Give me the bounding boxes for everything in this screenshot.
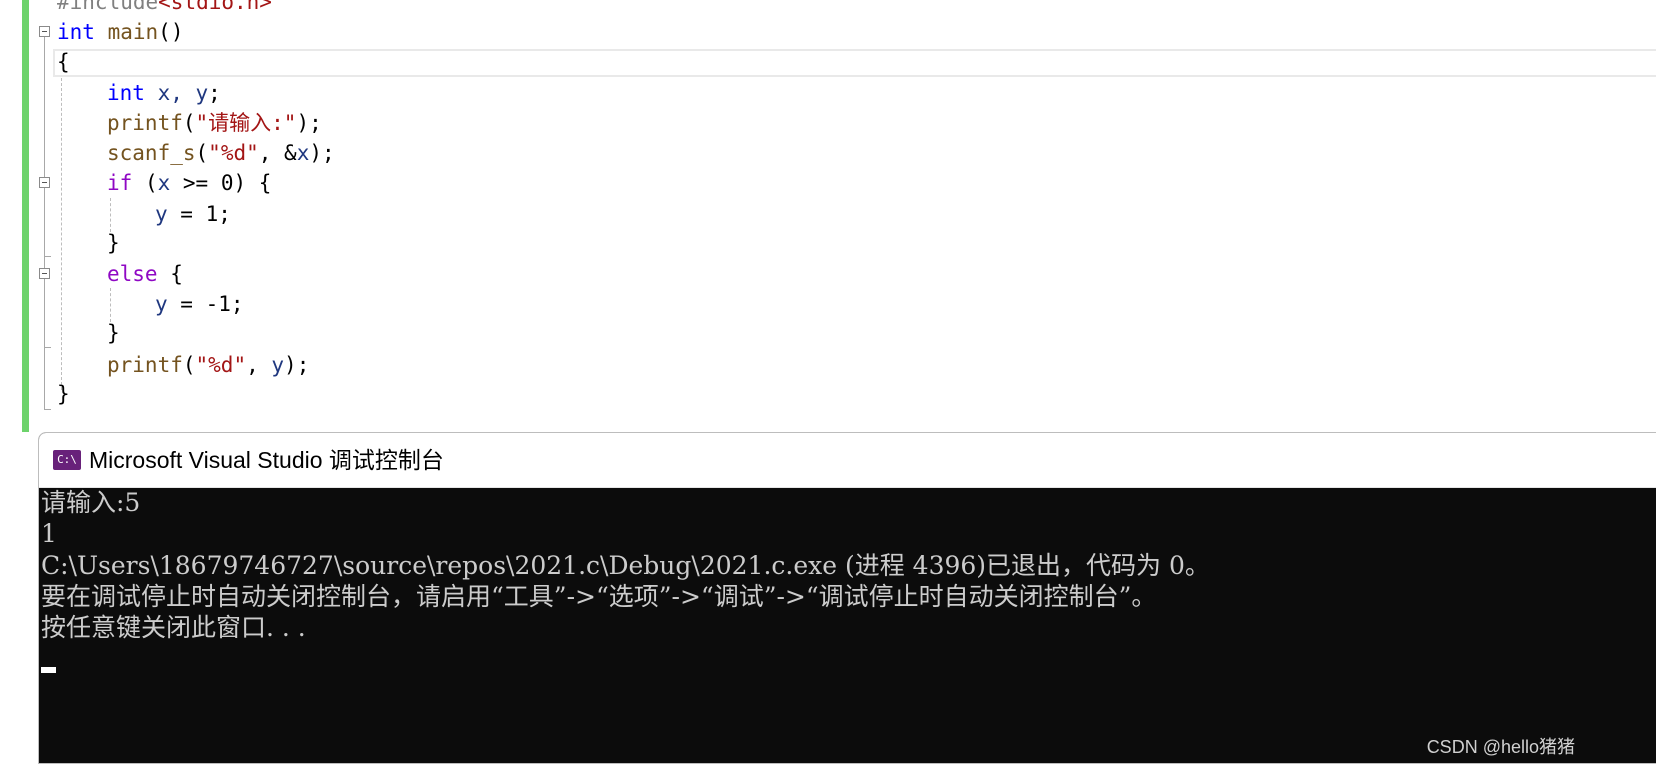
paren-close: ); (284, 353, 310, 377)
text-cursor (41, 667, 56, 673)
preprocessor-directive: #include (57, 0, 159, 14)
code-editor[interactable]: #include<stdio.h> int main() { int x, y;… (0, 0, 1656, 440)
variable: x (296, 141, 310, 165)
paren: ( (132, 171, 158, 195)
console-line-press-key: 按任意键关闭此窗口. . . (41, 613, 306, 642)
code-line-if[interactable]: if (x >= 0) { (107, 169, 271, 197)
function-call: printf (107, 353, 183, 377)
function-call: printf (107, 111, 183, 135)
watermark: CSDN @hello猪猪 (1426, 737, 1575, 757)
code-line-close-main[interactable]: } (57, 380, 70, 408)
argument-sep: , (246, 353, 272, 377)
variable: y (271, 353, 285, 377)
code-line-include[interactable]: #include<stdio.h> (57, 0, 272, 16)
console-app-icon: C:\ (53, 450, 81, 470)
collapse-else-icon[interactable] (39, 268, 50, 279)
indent-guide (110, 288, 111, 322)
debug-console-window[interactable]: C:\ Microsoft Visual Studio 调试控制台 请输入:5 … (38, 432, 1656, 764)
variables: x, y (157, 81, 209, 105)
code-line-assign-1[interactable]: y = 1; (155, 200, 231, 228)
outline-line (44, 37, 45, 410)
console-titlebar[interactable]: C:\ Microsoft Visual Studio 调试控制台 (39, 433, 1656, 488)
paren: ( (195, 141, 209, 165)
code-line-close-else[interactable]: } (107, 319, 120, 347)
open-brace: { (57, 50, 70, 74)
condition-rest: >= 0) { (170, 171, 272, 195)
change-tracking-bar (22, 0, 29, 432)
function-name: main (107, 20, 159, 44)
collapse-main-icon[interactable] (39, 26, 50, 37)
indent-guide (61, 78, 62, 390)
function-call: scanf_s (107, 141, 196, 165)
console-line-result: 1 (41, 519, 57, 548)
include-header: <stdio.h> (158, 0, 272, 14)
code-line-else[interactable]: else { (107, 260, 183, 288)
open-brace: { (157, 262, 183, 286)
console-line-hint: 要在调试停止时自动关闭控制台，请启用“工具”->“选项”->“调试”->“调试停… (41, 582, 1157, 611)
console-line-prompt: 请输入:5 (41, 488, 141, 517)
paren: ( (182, 353, 196, 377)
parens: () (158, 20, 184, 44)
string-literal: "请输入:" (195, 111, 297, 135)
string-literal: "%d" (195, 353, 247, 377)
close-brace: } (107, 321, 120, 345)
close-brace: } (107, 231, 120, 255)
code-line-open-brace[interactable]: { (57, 48, 70, 76)
close-brace: } (57, 382, 70, 406)
console-title: Microsoft Visual Studio 调试控制台 (89, 447, 444, 473)
assignment: = -1; (167, 292, 244, 316)
code-line-printf-result[interactable]: printf("%d", y); (107, 351, 309, 379)
keyword-if: if (107, 171, 133, 195)
keyword-int: int (57, 20, 95, 44)
keyword-int: int (107, 81, 145, 105)
variable: x (157, 171, 171, 195)
collapse-if-icon[interactable] (39, 177, 50, 188)
string-literal: "%d" (208, 141, 259, 165)
keyword-else: else (107, 262, 158, 286)
paren-close: ); (309, 141, 335, 165)
console-line-exit: C:\Users\18679746727\source\repos\2021.c… (41, 551, 1210, 580)
outline-end (44, 347, 51, 348)
variable: y (155, 292, 168, 316)
indent-guide (110, 198, 111, 232)
argument-sep: , & (258, 141, 297, 165)
code-line-close-if[interactable]: } (107, 229, 120, 257)
code-line-declaration[interactable]: int x, y; (107, 79, 221, 107)
code-line-main[interactable]: int main() (57, 18, 183, 46)
current-line-highlight (53, 49, 1656, 77)
outline-end (44, 256, 51, 257)
code-line-scanf[interactable]: scanf_s("%d", &x); (107, 139, 335, 167)
semicolon: ; (208, 81, 221, 105)
code-line-assign-2[interactable]: y = -1; (155, 290, 244, 318)
outline-end (44, 409, 51, 410)
assignment: = 1; (167, 202, 231, 226)
paren: ( (182, 111, 196, 135)
code-line-printf-prompt[interactable]: printf("请输入:"); (107, 109, 322, 137)
variable: y (155, 202, 168, 226)
console-output[interactable]: 请输入:5 1 C:\Users\18679746727\source\repo… (41, 487, 1656, 763)
paren-close: ); (296, 111, 322, 135)
